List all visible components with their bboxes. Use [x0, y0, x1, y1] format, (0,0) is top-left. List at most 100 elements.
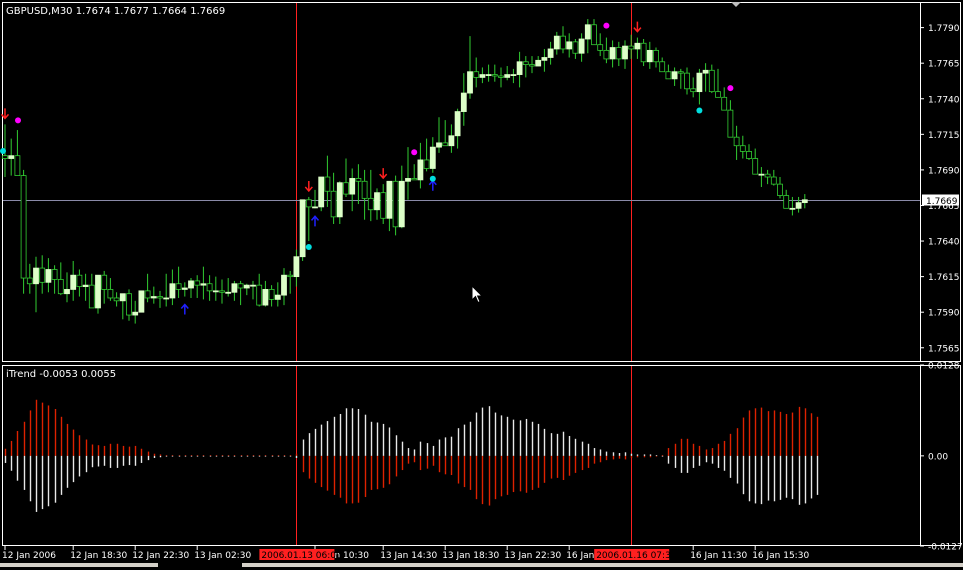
candle-body: [82, 284, 89, 287]
candle-body: [615, 47, 622, 60]
cyan-dot: [696, 107, 703, 114]
candle-body: [45, 269, 52, 283]
candle-body: [442, 142, 449, 147]
time-label: 16 Jan: [566, 551, 594, 561]
time-label: 13 Jan 02:30: [194, 551, 251, 561]
candle-body: [355, 178, 362, 182]
candle-body: [504, 74, 511, 78]
candle-body: [634, 42, 641, 50]
candle-body: [423, 159, 430, 169]
candle-body: [566, 41, 573, 50]
candle-body: [70, 274, 77, 290]
candle-body: [181, 287, 188, 290]
candle-body: [8, 155, 15, 159]
candle-body: [237, 283, 244, 289]
candle-body: [690, 88, 697, 93]
candle-body: [485, 74, 492, 76]
candle-body: [702, 69, 709, 74]
time-label: 13 Jan 22:30: [504, 551, 561, 561]
candle-body: [789, 207, 796, 210]
cyan-dot: [429, 175, 436, 182]
price-tick-label: 1.7615: [928, 273, 960, 283]
candle-body: [783, 195, 790, 209]
candle-body: [770, 176, 777, 185]
background: [0, 0, 963, 567]
candle-body: [628, 45, 635, 50]
candle-body: [684, 72, 690, 90]
magenta-dot: [727, 85, 734, 92]
candle-body: [603, 49, 610, 60]
candle-body: [231, 283, 238, 293]
time-label: 13 Jan 14:30: [380, 551, 437, 561]
candle-body: [584, 24, 591, 40]
candle-body: [119, 293, 126, 302]
candle-body: [609, 47, 616, 60]
candle-body: [305, 199, 312, 208]
candle-body: [157, 296, 163, 299]
candle-body: [188, 280, 194, 289]
candle-body: [411, 178, 418, 181]
candle-body: [560, 35, 566, 50]
candle-body: [287, 274, 294, 278]
candle-body: [2, 155, 8, 159]
time-label: 16 Jan 15:30: [752, 551, 809, 561]
candle-body: [795, 202, 802, 209]
candle-body: [708, 69, 715, 93]
candle-body: [330, 190, 337, 218]
candle-body: [715, 91, 721, 98]
candle-body: [516, 61, 523, 75]
chart-title: GBPUSD,M30 1.7674 1.7677 1.7664 1.7669: [6, 6, 225, 17]
time-marker-label: 2006.01.16 07:30: [596, 551, 677, 561]
candle-body: [20, 175, 27, 279]
candle-body: [498, 75, 504, 78]
candle-body: [274, 294, 281, 300]
cyan-dot: [0, 148, 6, 155]
candle-body: [696, 72, 703, 93]
candle-body: [597, 44, 604, 51]
cyan-dot: [305, 244, 312, 251]
time-label: 12 Jan 2006: [2, 551, 56, 561]
candle-body: [200, 283, 207, 286]
price-tick-label: 1.7790: [928, 24, 960, 34]
candle-body: [622, 45, 628, 60]
candle-body: [405, 178, 411, 182]
candle-body: [95, 274, 101, 309]
candle-body: [665, 71, 672, 80]
candle-body: [101, 274, 108, 290]
candle-body: [57, 279, 64, 295]
candle-body: [144, 290, 151, 299]
candle-body: [14, 155, 21, 176]
candle-body: [64, 289, 70, 295]
candle-body: [473, 71, 480, 78]
candle-body: [138, 290, 145, 313]
candle-body: [758, 173, 765, 176]
candle-body: [256, 284, 263, 306]
candle-body: [336, 182, 343, 218]
candle-body: [777, 183, 783, 196]
price-tick-label: 1.7690: [928, 166, 960, 176]
candle-body: [491, 74, 498, 77]
tab-strip-right[interactable]: [242, 563, 963, 567]
indicator-tick-label: 0.0128: [928, 362, 960, 372]
candle-body: [677, 71, 684, 74]
candle-body: [578, 38, 585, 54]
candle-body: [250, 284, 256, 287]
candle-body: [225, 291, 232, 294]
candle-body: [733, 136, 740, 147]
candle-body: [33, 267, 39, 285]
chart-canvas[interactable]: 1.77901.77651.77401.77151.76901.76651.76…: [0, 0, 963, 567]
candle-body: [175, 283, 182, 290]
indicator-tick-label: -0.0127: [928, 543, 963, 553]
candle-body: [380, 192, 387, 219]
candle-body: [671, 71, 678, 80]
tab-strip-left[interactable]: [0, 563, 158, 567]
candle-body: [541, 57, 548, 61]
candle-body: [51, 269, 58, 280]
candle-body: [522, 61, 529, 66]
price-tick-label: 1.7590: [928, 309, 960, 319]
price-tick-label: 1.7765: [928, 60, 960, 70]
candle-body: [299, 199, 306, 258]
candle-body: [646, 49, 653, 63]
candle-body: [293, 256, 300, 278]
candle-body: [212, 290, 219, 293]
